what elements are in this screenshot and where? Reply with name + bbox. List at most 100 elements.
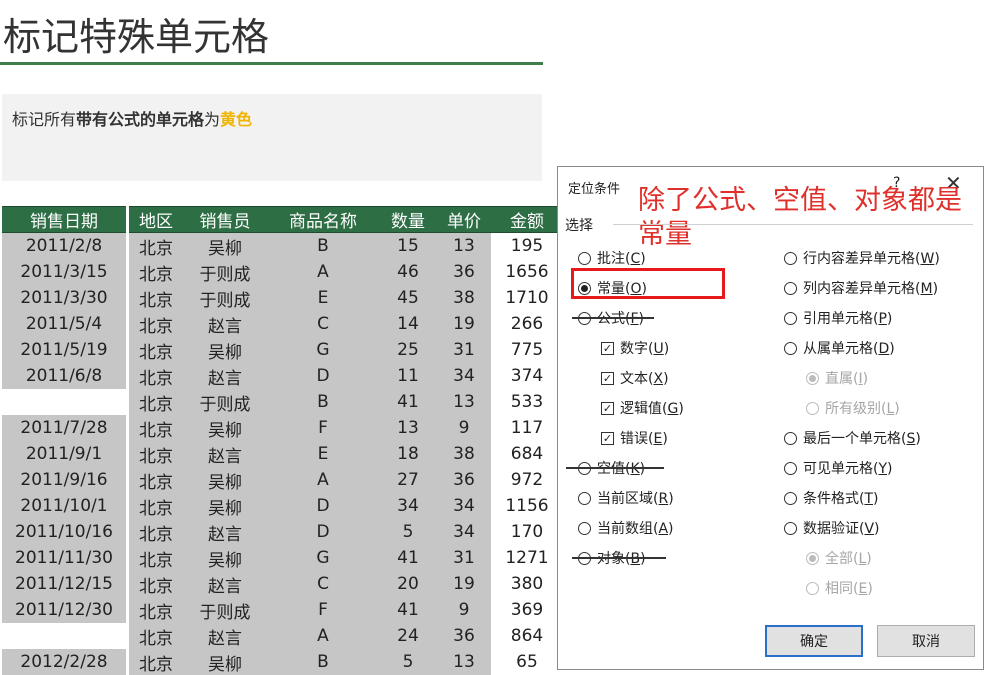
cell[interactable]: 于则成 [183,597,267,623]
cell[interactable]: 北京 [129,285,183,311]
cell[interactable]: 赵言 [183,363,267,389]
ok-button[interactable]: 确定 [765,625,863,657]
header-date[interactable]: 销售日期 [2,207,126,233]
cell[interactable]: A [267,467,379,493]
cell[interactable]: 北京 [129,493,183,519]
cell[interactable]: 吴柳 [183,649,267,675]
checkbox-left-5[interactable]: ✓逻辑值(G) [601,398,684,418]
cell[interactable]: D [267,519,379,545]
radio-right-0[interactable]: 行内容差异单元格(W) [784,248,940,268]
cell[interactable]: 11 [379,363,437,389]
cell[interactable]: D [267,363,379,389]
cell[interactable]: 380 [491,571,563,597]
cell[interactable]: 34 [437,493,491,519]
cell[interactable]: 65 [491,649,563,675]
cell[interactable]: 266 [491,311,563,337]
cell[interactable]: 20 [379,571,437,597]
cell-date[interactable]: 2011/12/15 [2,571,126,597]
radio-left-0[interactable]: 批注(C) [578,248,646,268]
cell[interactable]: 19 [437,311,491,337]
cell[interactable]: 北京 [129,649,183,675]
cell[interactable]: 北京 [129,337,183,363]
cell[interactable]: 赵言 [183,623,267,649]
cell[interactable]: 374 [491,363,563,389]
cell[interactable]: 北京 [129,311,183,337]
cell[interactable]: F [267,597,379,623]
cell[interactable]: 24 [379,623,437,649]
cell[interactable]: 吴柳 [183,467,267,493]
cell[interactable]: 北京 [129,571,183,597]
cell[interactable]: 5 [379,649,437,675]
cell-date[interactable] [2,389,126,415]
cell-date[interactable]: 2011/9/16 [2,467,126,493]
cell-date[interactable]: 2011/11/30 [2,545,126,571]
cell[interactable]: 北京 [129,623,183,649]
cell[interactable]: 吴柳 [183,415,267,441]
cell[interactable]: 于则成 [183,285,267,311]
cell[interactable]: 19 [437,571,491,597]
cell[interactable]: E [267,285,379,311]
radio-right-2[interactable]: 引用单元格(P) [784,308,892,328]
cell[interactable]: 36 [437,623,491,649]
radio-left-8[interactable]: 当前区域(R) [578,488,674,508]
cell[interactable]: 北京 [129,363,183,389]
cell[interactable]: 864 [491,623,563,649]
cell[interactable]: 31 [437,545,491,571]
cell[interactable]: A [267,259,379,285]
cell[interactable]: 36 [437,467,491,493]
radio-left-9[interactable]: 当前数组(A) [578,518,674,538]
cell[interactable]: 117 [491,415,563,441]
cell[interactable]: 533 [491,389,563,415]
header-salesperson[interactable]: 销售员 [183,207,267,233]
cell[interactable]: F [267,415,379,441]
radio-right-8[interactable]: 条件格式(T) [784,488,879,508]
cell[interactable]: 34 [437,519,491,545]
cell-date[interactable]: 2011/7/28 [2,415,126,441]
cell-date[interactable]: 2011/10/16 [2,519,126,545]
cell[interactable]: 北京 [129,259,183,285]
cell[interactable]: 北京 [129,597,183,623]
cell-date[interactable]: 2011/2/8 [2,233,126,260]
checkbox-left-4[interactable]: ✓文本(X) [601,368,669,388]
cell[interactable]: 吴柳 [183,337,267,363]
header-product[interactable]: 商品名称 [267,207,379,233]
cell[interactable]: 369 [491,597,563,623]
cell[interactable]: A [267,623,379,649]
cell[interactable]: B [267,389,379,415]
cell[interactable]: 北京 [129,545,183,571]
header-amount[interactable]: 金额 [491,207,563,233]
header-price[interactable]: 单价 [437,207,491,233]
cell[interactable]: 赵言 [183,519,267,545]
cell-date[interactable]: 2011/6/8 [2,363,126,389]
cell[interactable]: 北京 [129,519,183,545]
cell[interactable]: 1156 [491,493,563,519]
cell-date[interactable]: 2011/3/30 [2,285,126,311]
cell[interactable]: C [267,571,379,597]
cell[interactable]: G [267,545,379,571]
cell[interactable]: 775 [491,337,563,363]
cell-date[interactable]: 2011/9/1 [2,441,126,467]
cell[interactable]: 1656 [491,259,563,285]
cell[interactable]: 北京 [129,233,183,260]
cell[interactable]: 9 [437,597,491,623]
cell[interactable]: 赵言 [183,441,267,467]
cell[interactable]: 13 [437,389,491,415]
cell[interactable]: G [267,337,379,363]
cancel-button[interactable]: 取消 [877,625,975,657]
cell[interactable]: 31 [437,337,491,363]
cell[interactable]: 赵言 [183,311,267,337]
cell[interactable]: 13 [437,649,491,675]
radio-right-7[interactable]: 可见单元格(Y) [784,458,893,478]
cell[interactable]: 25 [379,337,437,363]
cell[interactable]: 46 [379,259,437,285]
cell-date[interactable] [2,623,126,649]
cell[interactable]: D [267,493,379,519]
checkbox-left-3[interactable]: ✓数字(U) [601,338,669,358]
cell[interactable]: E [267,441,379,467]
cell[interactable]: 15 [379,233,437,260]
radio-right-1[interactable]: 列内容差异单元格(M) [784,278,938,298]
header-quantity[interactable]: 数量 [379,207,437,233]
checkbox-left-6[interactable]: ✓错误(E) [601,428,668,448]
cell[interactable]: 41 [379,545,437,571]
cell-date[interactable]: 2011/5/4 [2,311,126,337]
